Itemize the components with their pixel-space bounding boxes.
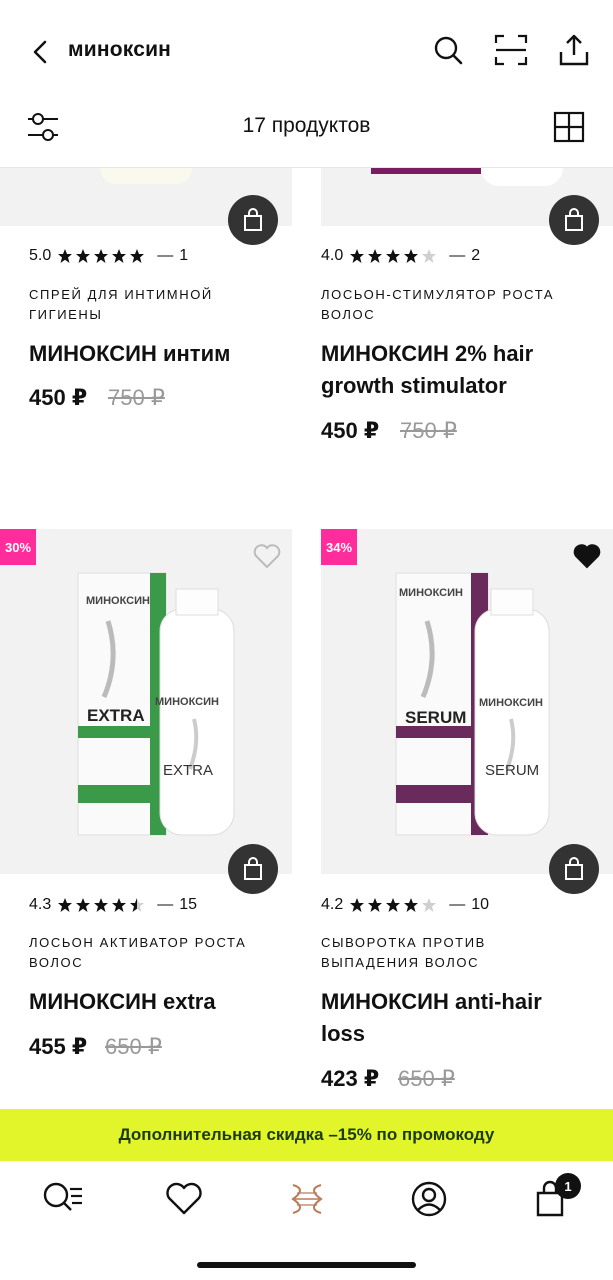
rating: 4.3 — 15	[29, 896, 197, 914]
heart-filled-icon[interactable]	[572, 541, 602, 571]
old-price: 650 ₽	[105, 1034, 162, 1059]
cart-count-badge: 1	[555, 1173, 581, 1199]
product-photo	[395, 572, 550, 836]
product-price: 423 ₽	[321, 1066, 380, 1091]
rating-stars	[57, 897, 145, 913]
bottle-brand: МИНОКСИН	[155, 696, 219, 708]
scan-icon[interactable]	[493, 32, 529, 68]
star-icon-full	[350, 898, 365, 912]
brand-logo-icon[interactable]	[283, 1175, 331, 1223]
product-category: ЛОСЬОН АКТИВАТОР РОСТА ВОЛОС	[29, 935, 247, 970]
add-to-cart-button[interactable]	[228, 844, 278, 894]
rating-value: 4.3	[29, 896, 52, 913]
box-title: EXTRA	[87, 706, 145, 725]
bottle-title: SERUM	[485, 762, 540, 779]
star-icon-half	[130, 898, 145, 912]
heart-outline-icon[interactable]	[252, 541, 282, 571]
rating: 4.2 — 10	[321, 896, 489, 914]
product-price: 455 ₽	[29, 1034, 88, 1059]
profile-icon[interactable]	[405, 1175, 453, 1223]
box-brand: МИНОКСИН	[86, 595, 150, 607]
product-photo	[77, 572, 235, 836]
star-icon-full	[112, 898, 127, 912]
shopping-bag-icon	[565, 857, 583, 880]
product-category: СЫВОРОТКА ПРОТИВ ВЫПАДЕНИЯ ВОЛОС	[321, 935, 486, 970]
review-count: 15	[179, 896, 198, 913]
favorites-icon[interactable]	[160, 1175, 208, 1223]
rating-value: 4.2	[321, 896, 344, 913]
box-brand: МИНОКСИН	[399, 587, 463, 599]
promo-banner[interactable]: Дополнительная скидка –15% по промокоду	[0, 1109, 613, 1161]
product-name[interactable]: МИНОКСИН anti-hair loss	[321, 986, 581, 1050]
add-to-cart-button[interactable]	[549, 844, 599, 894]
star-icon-full	[386, 898, 401, 912]
discount-badge: 30%	[0, 529, 36, 565]
rating-separator: —	[449, 896, 466, 913]
grid-view-icon[interactable]	[552, 110, 586, 144]
search-query[interactable]: миноксин	[68, 38, 171, 62]
rating-separator: —	[157, 896, 174, 913]
product-count: 17 продуктов	[242, 114, 371, 137]
share-icon[interactable]	[556, 32, 592, 68]
bottle-brand: МИНОКСИН	[479, 697, 543, 709]
catalog-search-icon[interactable]	[38, 1175, 86, 1223]
star-icon-empty	[422, 898, 437, 912]
product-image[interactable]	[0, 529, 292, 874]
box-title: SERUM	[405, 708, 467, 727]
shopping-bag-icon	[244, 857, 262, 880]
review-count: 10	[471, 896, 490, 913]
product-name[interactable]: МИНОКСИН extra	[29, 986, 289, 1018]
star-icon-full	[76, 898, 91, 912]
product-image[interactable]	[321, 529, 613, 874]
star-icon-full	[404, 898, 419, 912]
bottle-title: EXTRA	[163, 762, 214, 779]
star-icon-full	[58, 898, 73, 912]
old-price: 650 ₽	[398, 1066, 455, 1091]
back-arrow-icon[interactable]	[24, 34, 60, 70]
discount-badge: 34%	[321, 529, 357, 565]
rating-stars	[349, 897, 437, 913]
star-icon-full	[94, 898, 109, 912]
home-indicator[interactable]	[197, 1262, 416, 1268]
header: миноксин 17 продуктов	[0, 0, 613, 168]
search-icon[interactable]	[430, 32, 466, 68]
star-icon-full	[368, 898, 383, 912]
